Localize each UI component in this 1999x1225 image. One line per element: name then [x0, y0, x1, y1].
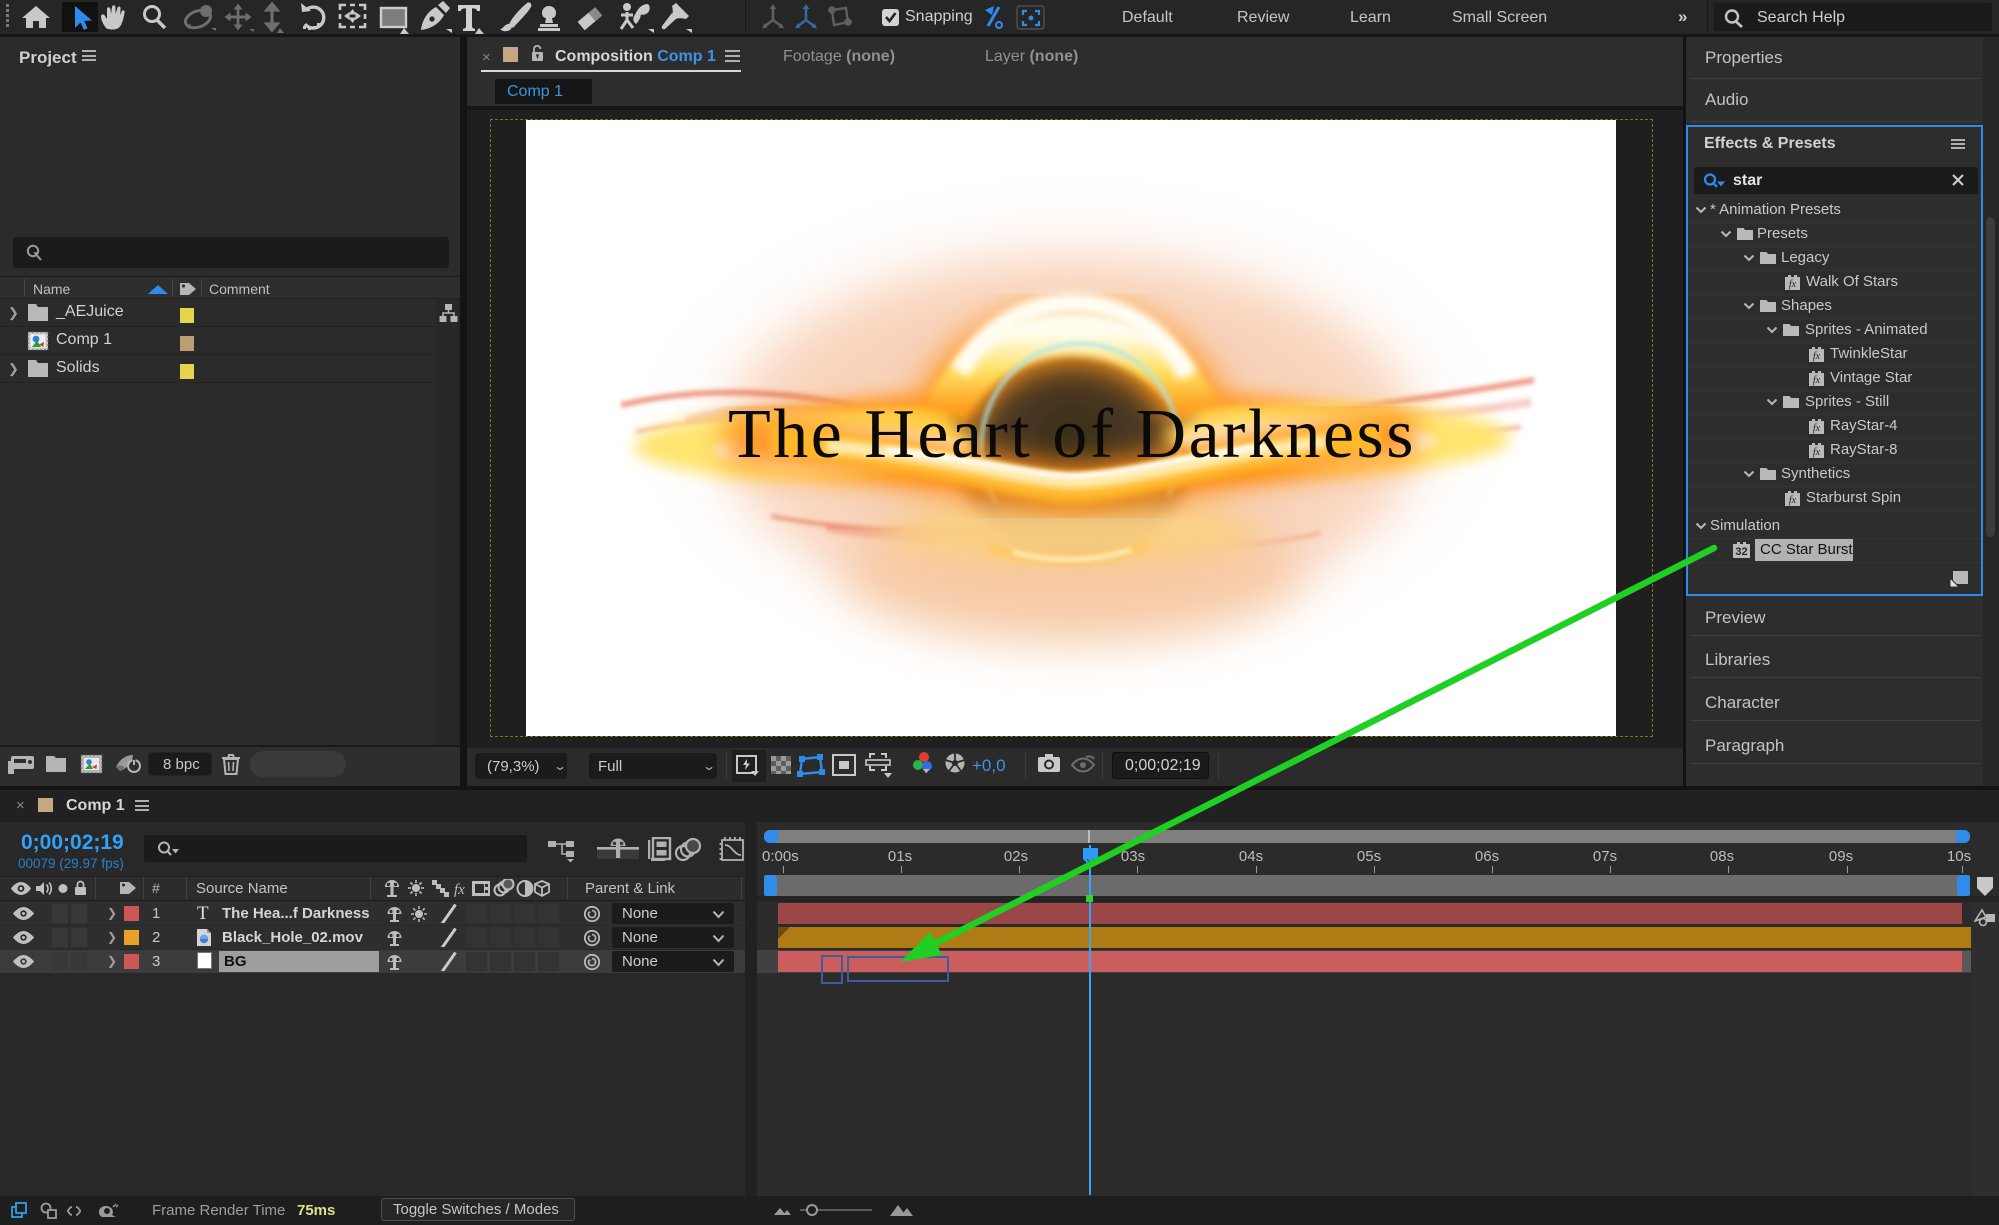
svg-text:fx: fx: [1813, 447, 1821, 458]
svg-text:fx: fx: [1789, 495, 1797, 506]
svg-text:32: 32: [1735, 546, 1747, 558]
svg-text:fx: fx: [1813, 351, 1821, 362]
svg-text:fx: fx: [454, 882, 465, 898]
svg-text:fx: fx: [1813, 375, 1821, 386]
svg-text:fx: fx: [1789, 279, 1797, 290]
svg-text:The Heart of Darkness: The Heart of Darkness: [728, 396, 1416, 473]
svg-text:fx: fx: [1813, 423, 1821, 434]
